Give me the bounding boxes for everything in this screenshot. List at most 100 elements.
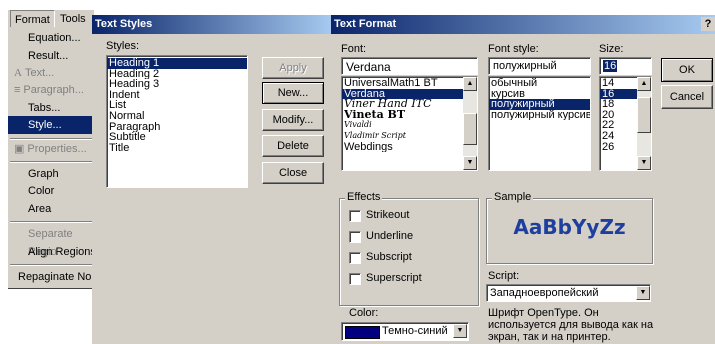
size-list-item[interactable]: 24	[600, 131, 637, 142]
superscript-label: Superscript	[366, 272, 422, 284]
font-style-list[interactable]: обычный курсив полужирный полужирный курсив	[488, 76, 591, 171]
help-button[interactable]: ?	[701, 17, 715, 31]
color-swatch	[345, 326, 380, 339]
text-format-dialog: Text Format ? Font: Verdana UniversalMat…	[331, 15, 715, 344]
font-style-list-item[interactable]: обычный	[489, 78, 590, 89]
menu-item-align-regions[interactable]: Align Regions	[8, 243, 100, 261]
text-a-icon: A	[14, 67, 22, 79]
size-list-item[interactable]: 22	[600, 120, 637, 131]
style-list-item[interactable]: Indent	[107, 90, 247, 101]
underline-label: Underline	[366, 230, 414, 242]
paragraph-icon: ≡	[14, 84, 21, 96]
style-list-item[interactable]: Paragraph	[107, 122, 247, 133]
scroll-up-icon[interactable]: ▲	[637, 77, 651, 91]
dialog-title: Text Format	[331, 15, 715, 34]
superscript-checkbox[interactable]	[349, 273, 361, 285]
close-button[interactable]: Close	[262, 162, 324, 184]
dialog-title: Text Styles	[92, 15, 332, 34]
menu-separator	[10, 161, 96, 163]
font-style-label: Font style:	[488, 43, 539, 55]
sample-text: AaBbYyZz	[513, 215, 626, 239]
underline-checkbox[interactable]	[349, 231, 361, 243]
size-input[interactable]: 16	[599, 57, 652, 75]
color-label: Color:	[349, 307, 379, 319]
ok-button[interactable]: OK	[661, 58, 713, 82]
style-list-item[interactable]: Heading 3	[107, 79, 247, 90]
modify-button[interactable]: Modify...	[262, 109, 324, 131]
style-list-item[interactable]: Heading 1	[107, 58, 247, 69]
scroll-thumb[interactable]	[637, 97, 651, 133]
apply-button[interactable]: Apply	[262, 57, 324, 79]
size-list-item[interactable]: 16	[600, 88, 637, 100]
styles-label: Styles:	[106, 40, 140, 52]
delete-button[interactable]: Delete	[262, 135, 324, 157]
menu-tools[interactable]: Tools	[58, 10, 88, 28]
script-label: Script:	[488, 270, 520, 282]
scroll-thumb[interactable]	[463, 113, 477, 145]
color-value: Темно-синий	[382, 325, 448, 337]
size-list-item[interactable]: 20	[600, 110, 637, 121]
font-list[interactable]: UniversalMath1 BT Verdana Viner Hand ITC Vi…	[341, 76, 478, 171]
font-list-item[interactable]: Vineta BT	[342, 110, 463, 121]
font-list-item[interactable]: Vladimir Script	[342, 131, 463, 142]
script-value: Западноевропейский	[490, 287, 599, 299]
strikeout-label: Strikeout	[366, 209, 410, 221]
strikeout-checkbox[interactable]	[349, 210, 361, 222]
font-style-list-item[interactable]: курсив	[489, 89, 590, 100]
style-list-item[interactable]: List	[107, 100, 247, 111]
effects-label: Effects	[345, 191, 383, 203]
subscript-label: Subscript	[366, 251, 412, 263]
format-menu: Equation... Result... A Text... ≡ Paragrap…	[8, 27, 100, 289]
chevron-down-icon[interactable]: ▼	[453, 324, 467, 338]
menu-item-equation[interactable]: Equation...	[8, 29, 100, 47]
menu-item-style[interactable]: Style...	[8, 116, 100, 134]
menu-separator	[10, 264, 96, 266]
font-style-input[interactable]: полужирный	[488, 57, 591, 75]
menu-item-color[interactable]: Color	[8, 182, 100, 200]
menubar: Format Tools	[8, 10, 94, 28]
style-list-item[interactable]: Subtitle	[107, 132, 247, 143]
font-list-item[interactable]: Viner Hand ITC	[342, 99, 463, 110]
style-list-item[interactable]: Heading 2	[107, 69, 247, 80]
font-list-item[interactable]: Verdana	[342, 88, 463, 100]
style-list-item[interactable]: Title	[107, 143, 247, 154]
menu-item-properties: ▣ Properties...	[14, 143, 87, 155]
menu-item-repaginate[interactable]: Repaginate No	[8, 268, 100, 286]
sample-label: Sample	[492, 191, 534, 203]
chevron-down-icon[interactable]: ▼	[636, 286, 650, 300]
size-label: Size:	[599, 43, 624, 55]
properties-icon: ▣	[14, 143, 25, 155]
styles-list[interactable]: Heading 1 Heading 2 Heading 3 Indent List Nor…	[106, 55, 248, 188]
subscript-checkbox[interactable]	[349, 252, 361, 264]
font-info-text: Шрифт OpenType. Он используется для выво…	[488, 307, 654, 343]
font-scrollbar[interactable]: ▲ ▼	[463, 77, 477, 170]
scroll-down-icon[interactable]: ▼	[637, 156, 651, 170]
new-button[interactable]: New...	[262, 82, 324, 104]
size-list-item[interactable]: 18	[600, 99, 637, 110]
size-scrollbar[interactable]: ▲ ▼	[637, 77, 651, 170]
font-list-item[interactable]: Vivaldi	[342, 120, 463, 131]
scroll-up-icon[interactable]: ▲	[463, 77, 477, 91]
menu-separator	[10, 221, 96, 223]
font-style-list-item[interactable]: полужирный	[489, 99, 590, 110]
font-input[interactable]: Verdana	[341, 57, 478, 75]
menu-item-result[interactable]: Result...	[8, 47, 100, 65]
color-select[interactable]: Темно-синий ▼	[341, 322, 469, 341]
cancel-button[interactable]: Cancel	[661, 85, 713, 109]
menu-item-tabs[interactable]: Tabs...	[8, 99, 100, 117]
menu-format[interactable]: Format	[10, 10, 55, 28]
script-select[interactable]: Западноевропейский ▼	[486, 284, 651, 302]
style-list-item[interactable]: Normal	[107, 111, 247, 122]
size-list-item[interactable]: 26	[600, 142, 637, 153]
text-styles-dialog: Text Styles Styles: Heading 1 Heading 2 He…	[92, 15, 332, 344]
menu-item-separate-regions: Separate Regio	[28, 228, 73, 258]
font-list-item[interactable]: UniversalMath1 BT	[342, 78, 463, 89]
menu-item-area[interactable]: Area	[8, 200, 100, 218]
font-label: Font:	[341, 43, 367, 55]
size-list-item[interactable]: 14	[600, 78, 637, 89]
menu-item-graph[interactable]: Graph	[8, 165, 100, 183]
menu-item-text: A Text...	[14, 67, 55, 79]
font-style-list-item[interactable]: полужирный курсив	[489, 110, 590, 121]
font-list-item[interactable]: Webdings	[342, 142, 463, 153]
scroll-down-icon[interactable]: ▼	[463, 156, 477, 170]
